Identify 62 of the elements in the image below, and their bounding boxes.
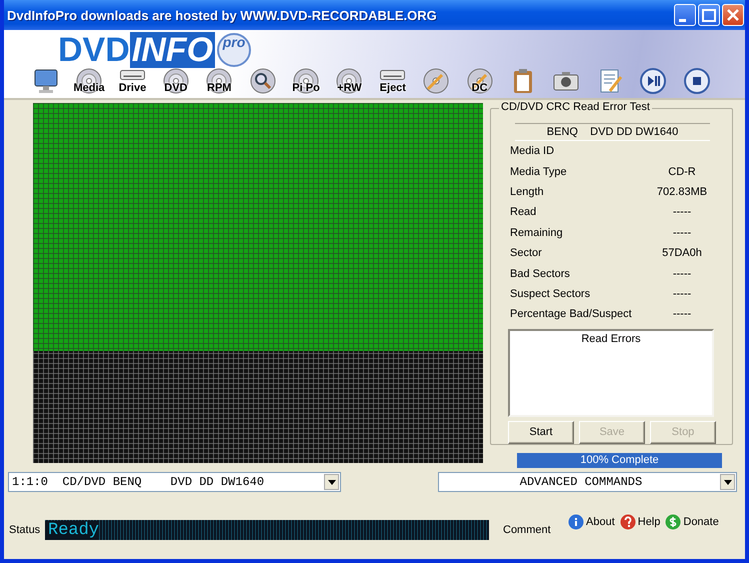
disc-icon — [75, 67, 104, 95]
field-label: Media Type — [510, 166, 568, 178]
link[interactable]: Help — [620, 514, 660, 530]
panel-title: CD/DVD CRC Read Error Test — [499, 101, 652, 113]
dollar-icon — [665, 514, 682, 530]
drive-icon — [380, 68, 406, 78]
disc-icon — [205, 67, 234, 95]
drive-name: BENQ DVD DD DW1640 — [515, 123, 710, 141]
field-label: Bad Sectors — [510, 268, 571, 280]
status-label: Status — [9, 524, 42, 536]
logo: DVDINFO pro — [58, 32, 252, 68]
toolbar-button[interactable]: DVD — [154, 66, 198, 96]
comment-label: Comment — [503, 524, 552, 536]
drive-icon — [120, 68, 145, 78]
maximize-button[interactable] — [698, 4, 720, 26]
list-title: Read Errors — [581, 332, 641, 345]
toolbar-button[interactable]: DC — [458, 66, 502, 96]
action-button[interactable]: Start — [508, 420, 574, 444]
dropdown[interactable]: 1:1:0 CD/DVD BENQ DVD DD DW1640 — [8, 472, 341, 492]
disc-pencil-icon — [466, 67, 494, 95]
field-value: ----- — [672, 268, 692, 280]
field-label: Sector — [510, 247, 543, 260]
magnifier-icon — [248, 67, 277, 95]
field-value: 702.83MB — [656, 186, 708, 198]
progress-text: 100% Complete — [579, 452, 660, 468]
field-label: Read — [510, 206, 538, 218]
link[interactable]: Donate — [665, 514, 719, 530]
disc-pencil-icon — [422, 67, 450, 95]
toolbar-button[interactable]: Media — [67, 66, 111, 96]
disc-icon — [292, 67, 320, 95]
field-value: ----- — [672, 226, 692, 239]
disc-icon — [162, 67, 190, 95]
maximize-icon — [702, 8, 716, 22]
toolbar-button[interactable]: Eject — [371, 66, 415, 96]
info-icon — [568, 514, 584, 530]
field-label: Suspect Sectors — [510, 288, 592, 300]
field-label: Percentage Bad/Suspect — [510, 308, 633, 320]
window-title: DvdInfoPro downloads are hosted by WWW.DVD-RECORDABLE.ORG — [7, 8, 437, 22]
status-display: Ready — [45, 520, 489, 540]
help-icon — [620, 514, 636, 530]
stop-icon — [682, 67, 711, 95]
field-value: 57DA0h — [661, 247, 703, 260]
dropdown[interactable]: ADVANCED COMMANDS — [438, 472, 737, 492]
toolbar-button[interactable]: Pi Po — [284, 66, 328, 96]
link[interactable]: About — [568, 514, 615, 530]
field-value: CD-R — [667, 166, 697, 178]
toolbar-button[interactable]: Drive — [110, 66, 154, 96]
toolbar-button[interactable]: RPM — [198, 66, 241, 96]
close-icon — [727, 9, 739, 21]
monitor-icon — [32, 67, 60, 95]
toolbar-button[interactable]: +RW — [328, 66, 372, 96]
field-label: Remaining — [510, 226, 564, 239]
minimize-button[interactable] — [674, 4, 696, 26]
field-value: ----- — [672, 206, 692, 218]
close-button[interactable] — [722, 4, 744, 26]
field-value: ----- — [672, 288, 692, 300]
field-label: Length — [510, 186, 545, 198]
field-value: ----- — [672, 308, 692, 320]
minimize-icon — [678, 18, 686, 22]
disc-icon — [335, 67, 364, 95]
play-pause-icon — [639, 67, 668, 95]
field-label: Media ID — [510, 145, 556, 158]
